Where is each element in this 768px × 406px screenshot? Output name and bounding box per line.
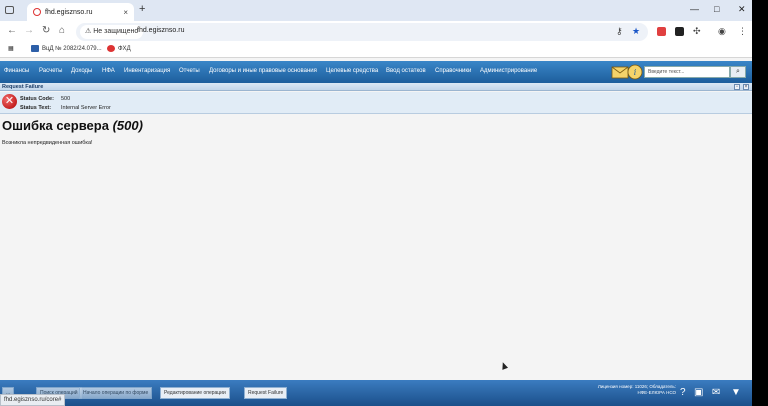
collapse-down-icon[interactable]: ▼ [731, 387, 741, 398]
status-text-value: Internal Server Error [61, 105, 111, 111]
error-title: Ошибка сервера (500) [2, 118, 143, 133]
panel-header: Request Failure ▫ × [0, 83, 752, 91]
close-window-button[interactable]: ✕ [738, 4, 746, 15]
minimize-button[interactable]: — [690, 4, 699, 14]
maximize-button[interactable]: □ [714, 4, 719, 14]
menu-item-finance[interactable]: Финансы [4, 68, 29, 74]
browser-menu-icon[interactable]: ⋮ [738, 26, 747, 37]
panel-restore-icon[interactable]: ▫ [734, 84, 740, 90]
menu-item-balances[interactable]: Ввод остатков [386, 68, 426, 74]
extensions-puzzle-icon[interactable]: ✣ [693, 26, 701, 37]
security-label: Не защищено [93, 28, 139, 35]
panel-title: Request Failure [2, 84, 44, 90]
status-url-tooltip: fhd.egisznso.ru/core# [0, 394, 66, 406]
back-arrow-icon[interactable]: ← [7, 25, 17, 36]
app-logo-icon: i [611, 64, 643, 80]
tab-close-icon[interactable]: × [123, 8, 128, 17]
search-input[interactable]: Введите текст... [644, 66, 730, 78]
extension-dark-icon[interactable] [675, 27, 684, 36]
mail-icon[interactable]: ✉ [712, 387, 720, 398]
status-text-label: Status Text: [20, 105, 52, 111]
new-tab-button[interactable]: + [139, 3, 145, 15]
license-info: Лицензия номер: 11026; Обладатель: НФЕ-Е… [590, 384, 676, 396]
menu-item-income[interactable]: Доходы [71, 68, 92, 74]
bottom-tab-active[interactable]: Request Failure [244, 387, 288, 399]
error-code: (500) [112, 118, 143, 133]
bookmarks-bar: ▦ ВцД № 2082/24.079... ФХД [0, 43, 752, 58]
bookmark-folder-icon [31, 45, 39, 52]
tab-title: fhd.egisznso.ru [45, 8, 93, 16]
menu-item-inventory[interactable]: Инвентаризация [124, 68, 170, 74]
error-title-text: Ошибка сервера [2, 118, 109, 133]
menu-item-target-funds[interactable]: Целевые средства [326, 68, 378, 74]
tab-search-icon[interactable] [5, 6, 14, 14]
tab-bar: fhd.egisznso.ru × + — □ ✕ [0, 0, 752, 21]
menu-item-references[interactable]: Справочники [435, 68, 471, 74]
bookmark-star-icon[interactable]: ★ [632, 26, 640, 37]
bookmark-site-icon [107, 45, 115, 52]
desktop-edge [752, 0, 768, 406]
browser-tab[interactable]: fhd.egisznso.ru × [27, 3, 134, 21]
password-key-icon[interactable]: ⚷ [616, 26, 623, 37]
navigation-bar: ← → ↻ ⌂ ⚠ Не защищено fhd.egisznso.ru ⚷ … [0, 21, 752, 43]
help-icon[interactable]: ? [680, 387, 686, 398]
menu-item-nfa[interactable]: НФА [102, 68, 115, 74]
menu-item-contracts[interactable]: Договоры и иные правовые основания [209, 68, 317, 74]
extension-red-icon[interactable] [657, 27, 666, 36]
error-message: Возникла непредвиденная ошибка! [2, 140, 93, 146]
bottom-tab[interactable]: Редактирование операции [160, 387, 230, 399]
error-x-icon: ✕ [2, 94, 17, 109]
main-menu-bar: Финансы Расчеты Доходы НФА Инвентаризаци… [0, 61, 752, 83]
bookmark-item[interactable]: ВцД № 2082/24.079... [31, 45, 102, 52]
license-line: НФЕ-ЕЛЮРА НСО [637, 390, 676, 395]
profile-avatar-icon[interactable]: ◉ [718, 26, 726, 37]
svg-text:i: i [634, 68, 637, 77]
bottom-task-bar: ... Поиск операций Начало операции по фо… [0, 380, 752, 406]
bookmark-item[interactable]: ФХД [107, 45, 131, 52]
forward-arrow-icon[interactable]: → [24, 25, 34, 36]
bookmark-label: ФХД [118, 45, 131, 52]
status-panel: ✕ Status Code: 500 Status Text: Internal… [0, 92, 752, 114]
menu-item-reports[interactable]: Отчеты [179, 68, 200, 74]
status-code-value: 500 [61, 96, 71, 102]
page-content: Финансы Расчеты Доходы НФА Инвентаризаци… [0, 58, 752, 406]
search-icon[interactable]: ⌕ [730, 66, 746, 78]
apps-grid-icon[interactable]: ▦ [8, 45, 14, 52]
menu-item-calculations[interactable]: Расчеты [39, 68, 62, 74]
bookmark-label: ВцД № 2082/24.079... [42, 45, 102, 52]
url-text[interactable]: fhd.egisznso.ru [137, 27, 184, 34]
site-favicon-icon [33, 8, 41, 16]
panel-close-icon[interactable]: × [743, 84, 749, 90]
camera-icon[interactable]: ▣ [694, 387, 703, 398]
home-icon[interactable]: ⌂ [59, 25, 65, 36]
mouse-cursor-icon [499, 361, 509, 370]
security-indicator[interactable]: ⚠ Не защищено [80, 25, 144, 39]
reload-icon[interactable]: ↻ [42, 25, 50, 36]
status-code-label: Status Code: [20, 96, 54, 102]
browser-window: fhd.egisznso.ru × + — □ ✕ ← → ↻ ⌂ ⚠ Не з… [0, 0, 752, 406]
bottom-tab[interactable]: Начало операции по форме [79, 387, 153, 399]
menu-item-administration[interactable]: Администрирование [480, 68, 537, 74]
